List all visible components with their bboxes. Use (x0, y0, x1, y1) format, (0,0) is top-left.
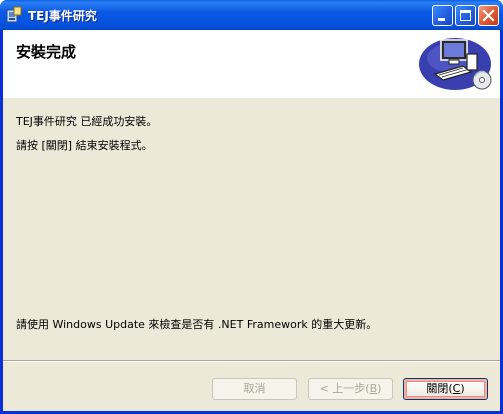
title-bar[interactable]: TEJ事件研究 (0, 0, 503, 30)
installer-window: TEJ事件研究 安裝完成 TEJ事件研究 已經成功安裝。 請按 [關閉] 結束安… (0, 0, 503, 414)
close-window-button[interactable] (478, 5, 499, 26)
close-button-prefix: 關閉( (426, 382, 453, 395)
installer-icon (6, 6, 22, 23)
back-button-accesskey: B (369, 382, 378, 395)
maximize-button[interactable] (455, 5, 476, 26)
cancel-button[interactable]: 取消 (212, 378, 297, 400)
window-title: TEJ事件研究 (28, 9, 97, 23)
minimize-button[interactable] (432, 5, 453, 26)
back-button-suffix: ) (377, 382, 382, 395)
close-icon (482, 9, 495, 22)
close-button-suffix: ) (460, 382, 465, 395)
back-button-prefix: < 上一步( (319, 382, 370, 395)
windows-update-text: 請使用 Windows Update 來檢查是否有 .NET Framework… (16, 318, 378, 331)
maximize-icon (460, 10, 471, 21)
page-title: 安裝完成 (16, 43, 77, 61)
header-divider (3, 97, 500, 98)
computer-cd-icon (415, 34, 495, 92)
close-button[interactable]: 關閉(C) (403, 378, 488, 400)
install-success-text: TEJ事件研究 已經成功安裝。 (16, 115, 158, 128)
close-instruction-text: 請按 [關閉] 結束安裝程式。 (16, 139, 153, 152)
dialog-body: 安裝完成 TEJ事件研究 已經成功安裝。 請按 [關閉] 結束安裝程式。 請使用… (3, 30, 500, 411)
minimize-icon (438, 18, 445, 21)
back-button[interactable]: < 上一步(B) (308, 378, 393, 400)
header-banner: 安裝完成 (3, 30, 500, 98)
